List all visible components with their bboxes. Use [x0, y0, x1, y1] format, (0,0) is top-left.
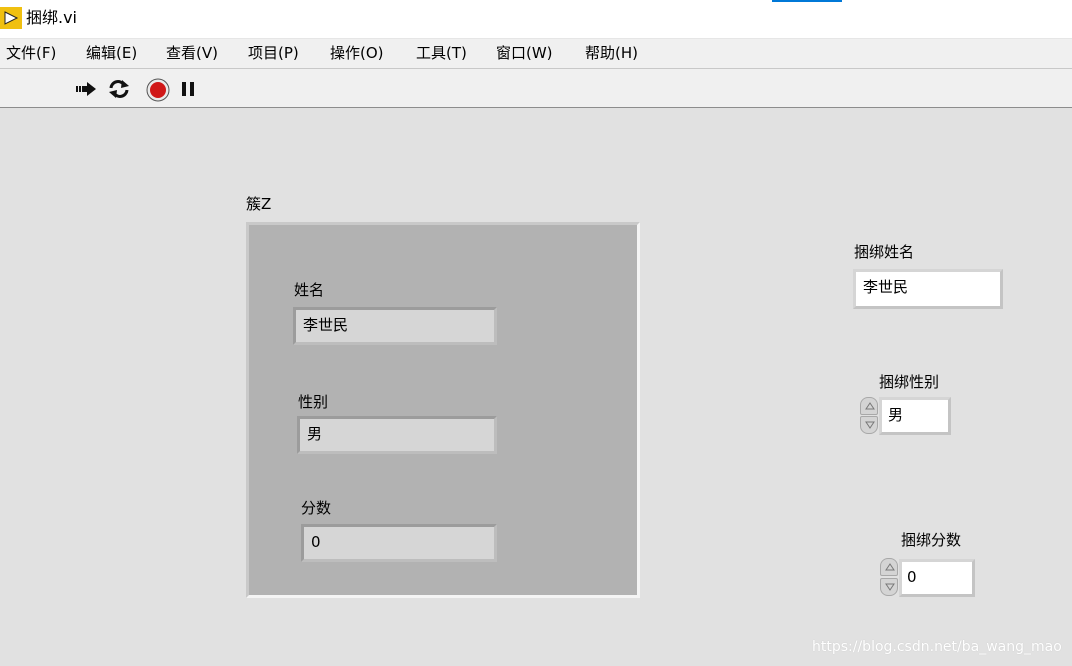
run-continuously-icon[interactable]: [107, 78, 129, 100]
menu-project[interactable]: 项目(P): [248, 43, 299, 63]
window-title: 捆绑.vi: [26, 8, 78, 27]
cluster-label: 簇Z: [246, 195, 272, 213]
bundle-score-input[interactable]: 0: [899, 559, 975, 597]
bundle-gender-stepper[interactable]: [860, 397, 878, 435]
increment-button[interactable]: [880, 558, 898, 576]
menu-bar: 文件(F) 编辑(E) 查看(V) 项目(P) 操作(O) 工具(T) 窗口(W…: [0, 38, 1072, 69]
bundle-name-input[interactable]: 李世民: [853, 269, 1003, 309]
bundle-gender-input[interactable]: 男: [879, 397, 951, 435]
abort-stop-icon[interactable]: [146, 78, 170, 102]
menu-view[interactable]: 查看(V): [166, 43, 218, 63]
cluster-name-label: 姓名: [294, 281, 325, 299]
pause-icon[interactable]: [180, 78, 202, 100]
bundle-gender-label: 捆绑性别: [879, 373, 940, 391]
menu-tools[interactable]: 工具(T): [416, 43, 467, 63]
cluster-gender-label: 性别: [298, 393, 329, 411]
decrement-button[interactable]: [860, 416, 878, 434]
cluster-name-indicator: 李世民: [293, 307, 497, 345]
increment-button[interactable]: [860, 397, 878, 415]
bundle-score-label: 捆绑分数: [901, 531, 962, 549]
menu-operate[interactable]: 操作(O): [330, 43, 384, 63]
decrement-button[interactable]: [880, 578, 898, 596]
bundle-score-stepper[interactable]: [880, 558, 898, 598]
menu-file[interactable]: 文件(F): [6, 43, 56, 63]
toolbar: [0, 68, 1072, 108]
title-bar: 捆绑.vi: [0, 0, 1072, 38]
cluster-score-indicator: 0: [301, 524, 497, 562]
cluster-score-label: 分数: [301, 499, 332, 517]
labview-vi-icon: [0, 7, 22, 29]
watermark-text: https://blog.csdn.net/ba_wang_mao: [812, 639, 1062, 655]
menu-help[interactable]: 帮助(H): [585, 43, 638, 63]
menu-window[interactable]: 窗口(W): [496, 43, 553, 63]
bundle-name-label: 捆绑姓名: [854, 243, 915, 261]
menu-edit[interactable]: 编辑(E): [86, 43, 137, 63]
cluster-gender-indicator: 男: [297, 416, 497, 454]
accent-strip: [772, 0, 842, 2]
run-arrow-icon[interactable]: [75, 78, 97, 100]
